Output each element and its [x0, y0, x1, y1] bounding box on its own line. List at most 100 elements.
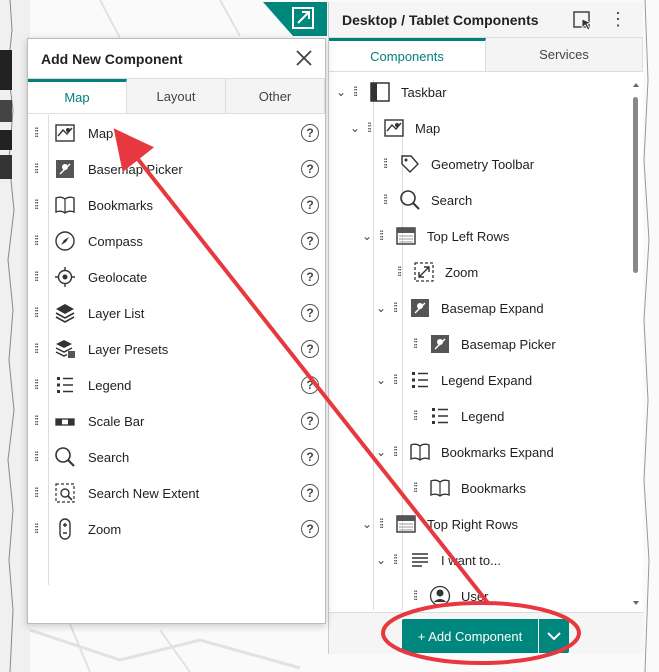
tab-services[interactable]: Services — [486, 38, 643, 71]
tree-item-basemap-expand[interactable]: ⌄ ⁞⁞ Basemap Expand — [373, 290, 544, 326]
close-icon[interactable] — [295, 49, 313, 67]
help-icon[interactable]: ? — [301, 340, 319, 358]
list-item-layer-list[interactable]: ⁞⁞ Layer List ? — [28, 295, 325, 331]
drag-handle-icon[interactable]: ⁞⁞ — [393, 444, 403, 460]
tree-item-user[interactable]: ⁞⁞ User — [409, 578, 488, 612]
list-item-search[interactable]: ⁞⁞ Search ? — [28, 439, 325, 475]
legend-icon — [432, 408, 448, 424]
drag-handle-icon[interactable]: ⁞⁞ — [383, 156, 393, 172]
tree-item-label: Basemap Expand — [441, 300, 544, 316]
tree-item-top-left-rows[interactable]: ⌄ ⁞⁞ Top Left Rows — [359, 218, 509, 254]
drag-handle-icon[interactable]: ⁞⁞ — [383, 192, 393, 208]
help-icon[interactable]: ? — [301, 484, 319, 502]
tree-item-label: Top Left Rows — [427, 228, 510, 244]
list-item-bookmarks[interactable]: ⁞⁞ Bookmarks ? — [28, 187, 325, 223]
list-item-zoom[interactable]: ⁞⁞ Zoom ? — [28, 511, 325, 547]
chevron-down-icon[interactable]: ⌄ — [373, 300, 389, 316]
drag-handle-icon[interactable]: ⁞⁞ — [34, 377, 44, 393]
tree-item-taskbar[interactable]: ⌄ ⁞⁞ Taskbar — [333, 74, 447, 110]
help-icon[interactable]: ? — [301, 232, 319, 250]
list-item-map[interactable]: ⁞⁞ Map ? — [28, 115, 325, 151]
drag-handle-icon[interactable]: ⁞⁞ — [34, 269, 44, 285]
chevron-down-icon[interactable]: ⌄ — [333, 84, 349, 100]
tree-item-bookmarks[interactable]: ⁞⁞ Bookmarks — [409, 470, 526, 506]
search-icon — [55, 447, 75, 467]
add-component-button[interactable]: + Add Component — [402, 619, 538, 653]
tree-item-top-right-rows[interactable]: ⌄ ⁞⁞ Top Right Rows — [359, 506, 518, 542]
tab-map[interactable]: Map — [28, 79, 127, 113]
help-icon[interactable]: ? — [301, 520, 319, 538]
drag-handle-icon[interactable]: ⁞⁞ — [353, 84, 363, 100]
drag-handle-icon[interactable]: ⁞⁞ — [34, 521, 44, 537]
tree-item-legend[interactable]: ⁞⁞ Legend — [409, 398, 504, 434]
drag-handle-icon[interactable]: ⁞⁞ — [379, 516, 389, 532]
drag-handle-icon[interactable]: ⁞⁞ — [34, 341, 44, 357]
compass-icon — [55, 231, 75, 251]
drag-handle-icon[interactable]: ⁞⁞ — [34, 449, 44, 465]
tree-item-label: Search — [431, 192, 473, 208]
drag-handle-icon[interactable]: ⁞⁞ — [379, 228, 389, 244]
drag-handle-icon[interactable]: ⁞⁞ — [34, 161, 44, 177]
tab-layout[interactable]: Layout — [127, 79, 226, 113]
chevron-down-icon[interactable]: ⌄ — [373, 372, 389, 388]
geometry-toolbar-icon — [401, 155, 419, 173]
scrollbar-thumb[interactable] — [633, 97, 638, 273]
rows-icon — [396, 515, 416, 533]
drag-handle-icon[interactable]: ⁞⁞ — [393, 552, 403, 568]
drag-handle-icon[interactable]: ⁞⁞ — [413, 588, 423, 604]
tab-components[interactable]: Components — [329, 38, 486, 71]
list-item-compass[interactable]: ⁞⁞ Compass ? — [28, 223, 325, 259]
help-icon[interactable]: ? — [301, 448, 319, 466]
list-item-basemap-picker[interactable]: ⁞⁞ Basemap Picker ? — [28, 151, 325, 187]
drag-handle-icon[interactable]: ⁞⁞ — [393, 300, 403, 316]
tree-item-geometry-toolbar[interactable]: ⁞⁞ Geometry Toolbar — [379, 146, 534, 182]
help-icon[interactable]: ? — [301, 124, 319, 142]
drag-handle-icon[interactable]: ⁞⁞ — [413, 336, 423, 352]
drag-handle-icon[interactable]: ⁞⁞ — [34, 305, 44, 321]
drag-handle-icon[interactable]: ⁞⁞ — [34, 413, 44, 429]
help-icon[interactable]: ? — [301, 196, 319, 214]
help-icon[interactable]: ? — [301, 160, 319, 178]
drag-handle-icon[interactable]: ⁞⁞ — [34, 197, 44, 213]
drag-handle-icon[interactable]: ⁞⁞ — [34, 485, 44, 501]
help-icon[interactable]: ? — [301, 268, 319, 286]
add-component-dropdown[interactable] — [539, 619, 569, 653]
tree-item-i-want-to[interactable]: ⌄ ⁞⁞ I want to... — [373, 542, 501, 578]
panel-title: Desktop / Tablet Components — [342, 11, 539, 28]
drag-handle-icon[interactable]: ⁞⁞ — [34, 125, 44, 141]
list-item-label: Layer Presets — [88, 341, 169, 357]
drag-handle-icon[interactable]: ⁞⁞ — [367, 120, 377, 136]
tree-item-search[interactable]: ⁞⁞ Search — [379, 182, 472, 218]
tab-other[interactable]: Other — [226, 79, 325, 113]
chevron-down-icon[interactable]: ⌄ — [373, 552, 389, 568]
dialog-title: Add New Component — [41, 50, 183, 67]
more-options-icon[interactable]: ⋮ — [609, 10, 627, 30]
help-icon[interactable]: ? — [301, 412, 319, 430]
list-item-search-new-extent[interactable]: ⁞⁞ Search New Extent ? — [28, 475, 325, 511]
drag-handle-icon[interactable]: ⁞⁞ — [34, 233, 44, 249]
tree-item-legend-expand[interactable]: ⌄ ⁞⁞ Legend Expand — [373, 362, 532, 398]
select-pointer-icon[interactable] — [573, 11, 593, 31]
expand-corner-icon[interactable] — [263, 2, 327, 36]
list-item-geolocate[interactable]: ⁞⁞ Geolocate ? — [28, 259, 325, 295]
component-tree: ⌄ ⁞⁞ Taskbar ⌄ ⁞⁞ Map ⁞⁞ Geometry Toolba… — [329, 74, 629, 612]
tree-item-basemap-picker[interactable]: ⁞⁞ Basemap Picker — [409, 326, 556, 362]
chevron-down-icon[interactable]: ⌄ — [359, 228, 375, 244]
chevron-down-icon[interactable]: ⌄ — [373, 444, 389, 460]
chevron-down-icon[interactable]: ⌄ — [359, 516, 375, 532]
drag-handle-icon[interactable]: ⁞⁞ — [397, 264, 407, 280]
list-item-layer-presets[interactable]: ⁞⁞ Layer Presets ? — [28, 331, 325, 367]
chevron-down-icon[interactable]: ⌄ — [347, 120, 363, 136]
help-icon[interactable]: ? — [301, 304, 319, 322]
chevron-down-icon — [547, 632, 561, 641]
list-item-label: Scale Bar — [88, 413, 145, 429]
drag-handle-icon[interactable]: ⁞⁞ — [413, 408, 423, 424]
drag-handle-icon[interactable]: ⁞⁞ — [393, 372, 403, 388]
tree-item-map[interactable]: ⌄ ⁞⁞ Map — [347, 110, 440, 146]
list-item-scale-bar[interactable]: ⁞⁞ Scale Bar ? — [28, 403, 325, 439]
tree-item-bookmarks-expand[interactable]: ⌄ ⁞⁞ Bookmarks Expand — [373, 434, 554, 470]
tree-item-zoom[interactable]: ⁞⁞ Zoom — [393, 254, 478, 290]
drag-handle-icon[interactable]: ⁞⁞ — [413, 480, 423, 496]
help-icon[interactable]: ? — [301, 376, 319, 394]
list-item-legend[interactable]: ⁞⁞ Legend ? — [28, 367, 325, 403]
